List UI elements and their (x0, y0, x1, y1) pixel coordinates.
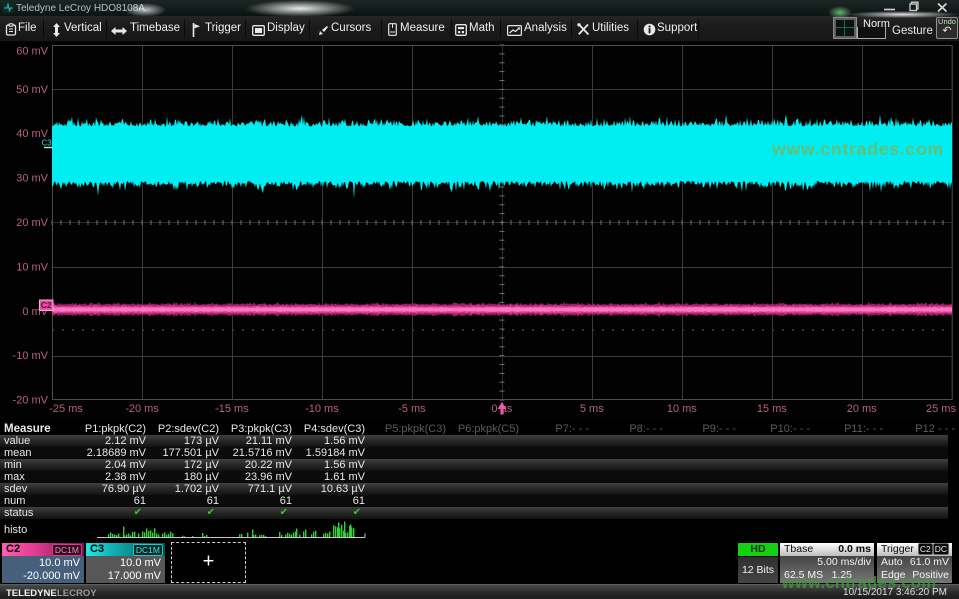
svg-text:20 mV: 20 mV (16, 217, 48, 229)
svg-text:10 ms: 10 ms (667, 403, 697, 415)
svg-text:-20 mV: -20 mV (13, 395, 49, 407)
svg-text:-15 ms: -15 ms (215, 403, 249, 415)
svg-text:30 mV: 30 mV (16, 173, 48, 185)
svg-text:60 mV: 60 mV (16, 46, 48, 58)
svg-text:-5 ms: -5 ms (398, 403, 426, 415)
svg-text:C3: C3 (42, 139, 53, 148)
svg-text:-20 ms: -20 ms (125, 403, 159, 415)
svg-text:10 mV: 10 mV (16, 261, 48, 273)
svg-text:C2: C2 (41, 300, 52, 310)
svg-text:-25 ms: -25 ms (49, 403, 83, 415)
svg-text:20 ms: 20 ms (847, 403, 877, 415)
svg-text:-10 mV: -10 mV (13, 350, 49, 362)
svg-text:5 ms: 5 ms (580, 403, 604, 415)
svg-text:www.cntrades.com: www.cntrades.com (771, 139, 944, 159)
svg-text:50 mV: 50 mV (16, 84, 48, 96)
svg-text:-10 ms: -10 ms (305, 403, 339, 415)
svg-text:15 ms: 15 ms (757, 403, 787, 415)
svg-text:25 ms: 25 ms (926, 403, 956, 415)
